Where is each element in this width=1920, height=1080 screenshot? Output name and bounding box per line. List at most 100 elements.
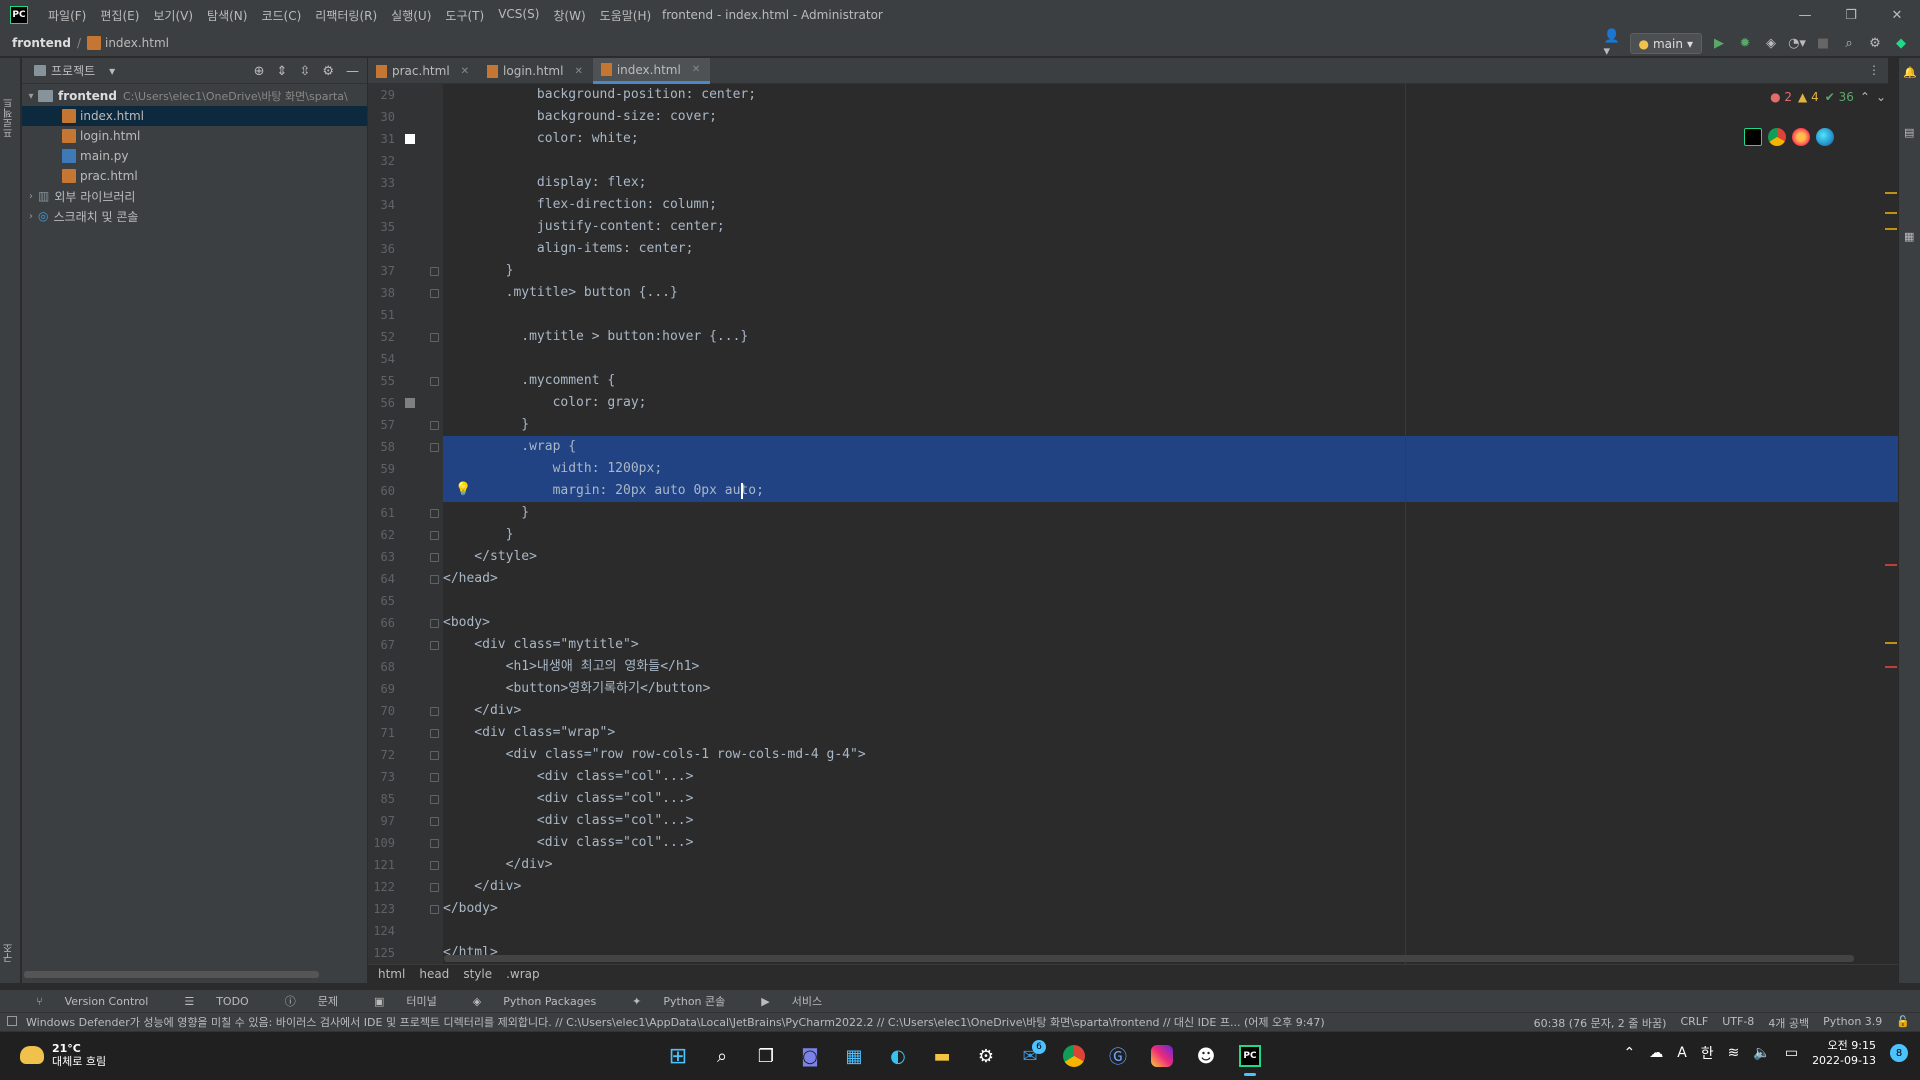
code-line[interactable] — [443, 348, 1898, 370]
menu-run[interactable]: 실행(U) — [391, 7, 431, 24]
fold-marker-icon[interactable] — [430, 267, 439, 276]
notifications-icon[interactable]: 🔔 — [1903, 66, 1917, 79]
firefox-icon[interactable] — [1792, 128, 1810, 146]
tool-tab-terminal[interactable]: ▣ 터미널 — [374, 993, 455, 1009]
code-line[interactable]: </div> — [443, 876, 1898, 898]
code-line[interactable]: </head> — [443, 568, 1898, 590]
code-line[interactable]: </div> — [443, 854, 1898, 876]
code-line[interactable]: display: flex; — [443, 172, 1898, 194]
code-line[interactable]: color: white; — [443, 128, 1898, 150]
menu-refactor[interactable]: 리팩터링(R) — [315, 7, 377, 24]
edge-icon[interactable]: ◐ — [880, 1038, 916, 1074]
tool-tab-services[interactable]: ▶ 서비스 — [761, 993, 840, 1009]
menu-vcs[interactable]: VCS(S) — [498, 7, 539, 24]
close-icon[interactable]: ✕ — [1874, 0, 1920, 30]
code-line[interactable]: } — [443, 524, 1898, 546]
code-line[interactable]: <div class="row row-cols-1 row-cols-md-4… — [443, 744, 1898, 766]
fold-marker-icon[interactable] — [430, 619, 439, 628]
editor-horizontal-scrollbar[interactable] — [444, 955, 1854, 962]
breadcrumb-html[interactable]: html — [378, 967, 405, 981]
nav-file[interactable]: index.html — [105, 36, 169, 50]
structure-tool-tab[interactable]: 구조 — [2, 923, 19, 963]
restore-icon[interactable]: ❐ — [1828, 0, 1874, 30]
expand-all-icon[interactable]: ⇕ — [277, 64, 288, 79]
cursor-position[interactable]: 60:38 (76 문자, 2 줄 바꿈) — [1534, 1015, 1667, 1031]
coverage-icon[interactable]: ◈ — [1762, 35, 1780, 53]
tree-scratches[interactable]: › ◎ 스크래치 및 콘솔 — [22, 206, 367, 226]
inspections-widget[interactable]: ● 2 ▲ 4 ✔ 36 ⌃ ⌄ — [1770, 90, 1886, 104]
code-line[interactable]: background-position: center; — [443, 84, 1898, 106]
menu-tools[interactable]: 도구(T) — [445, 7, 484, 24]
nav-project[interactable]: frontend — [12, 36, 71, 50]
teams-chat-icon[interactable]: ◙ — [792, 1038, 828, 1074]
pycharm-browser-icon[interactable] — [1744, 128, 1762, 146]
code-line[interactable]: margin: 20px auto 0px auto; — [443, 480, 1898, 502]
sciview-icon[interactable]: ▦ — [1904, 230, 1914, 243]
color-swatch-icon[interactable] — [405, 134, 415, 144]
breadcrumb-style[interactable]: style — [463, 967, 492, 981]
run-configuration-select[interactable]: ● main ▾ — [1629, 33, 1702, 54]
line-separator[interactable]: CRLF — [1680, 1015, 1708, 1031]
code-editor[interactable]: background-position: center; background-… — [443, 84, 1898, 964]
code-line[interactable]: } — [443, 414, 1898, 436]
ime-latin[interactable]: A — [1677, 1045, 1687, 1061]
color-swatch-icon[interactable] — [405, 398, 415, 408]
chevron-down-icon[interactable]: ▾ — [109, 64, 115, 78]
jetbrains-icon[interactable]: ◆ — [1892, 35, 1910, 53]
fold-marker-icon[interactable] — [430, 553, 439, 562]
chevron-down-icon[interactable]: ▾ — [24, 91, 38, 102]
code-line[interactable]: <body> — [443, 612, 1898, 634]
menu-edit[interactable]: 편집(E) — [100, 7, 139, 24]
warning-mark[interactable] — [1885, 228, 1897, 230]
search-icon[interactable]: ⌕ — [704, 1038, 740, 1074]
fold-marker-icon[interactable] — [430, 817, 439, 826]
status-square-icon[interactable] — [7, 1016, 17, 1026]
code-line[interactable]: } — [443, 502, 1898, 524]
tool-tab-todo[interactable]: ☰ TODO — [184, 995, 266, 1008]
locate-icon[interactable]: ⊕ — [254, 64, 265, 79]
menu-file[interactable]: 파일(F) — [48, 7, 86, 24]
tool-tab-version-control[interactable]: ⑂ Version Control — [36, 995, 166, 1008]
user-icon[interactable]: 👤▾ — [1604, 29, 1622, 59]
error-stripe[interactable] — [1883, 84, 1897, 964]
more-tabs-icon[interactable]: ⋮ — [1868, 63, 1880, 77]
warning-mark[interactable] — [1885, 212, 1897, 214]
fold-marker-icon[interactable] — [430, 905, 439, 914]
tree-file-login-html[interactable]: login.html — [22, 126, 367, 146]
chevron-up-icon[interactable]: ⌃ — [1623, 1045, 1635, 1061]
code-line[interactable]: .mytitle > button:hover {...} — [443, 326, 1898, 348]
code-line[interactable]: </body> — [443, 898, 1898, 920]
run-icon[interactable]: ▶ — [1710, 35, 1728, 53]
tab-login-html[interactable]: login.html ✕ — [479, 58, 593, 84]
lightbulb-icon[interactable]: 💡 — [455, 482, 471, 497]
code-line[interactable]: </div> — [443, 700, 1898, 722]
chevron-right-icon[interactable]: › — [24, 191, 38, 202]
menu-code[interactable]: 코드(C) — [261, 7, 301, 24]
code-line[interactable]: <div class="wrap"> — [443, 722, 1898, 744]
instagram-icon[interactable] — [1144, 1038, 1180, 1074]
error-mark[interactable] — [1885, 564, 1897, 566]
profile-icon[interactable]: ◔▾ — [1788, 35, 1806, 53]
tree-file-main-py[interactable]: main.py — [22, 146, 367, 166]
tool-tab-python-packages[interactable]: ◈ Python Packages — [473, 995, 614, 1008]
task-view-icon[interactable]: ❐ — [748, 1038, 784, 1074]
indent-setting[interactable]: 4개 공백 — [1768, 1015, 1809, 1031]
tree-file-prac-html[interactable]: prac.html — [22, 166, 367, 186]
tool-tab-problems[interactable]: ⓘ 문제 — [285, 993, 356, 1009]
project-panel-title[interactable]: 프로젝트 — [51, 62, 95, 79]
edge-icon[interactable] — [1816, 128, 1834, 146]
code-line[interactable]: <div class="col"...> — [443, 788, 1898, 810]
menu-navigate[interactable]: 탐색(N) — [207, 7, 247, 24]
fold-marker-icon[interactable] — [430, 773, 439, 782]
code-line[interactable] — [443, 590, 1898, 612]
chrome-icon[interactable] — [1056, 1038, 1092, 1074]
collapse-all-icon[interactable]: ⇳ — [299, 64, 310, 79]
tree-external-libraries[interactable]: › ▥ 외부 라이브러리 — [22, 186, 367, 206]
close-icon[interactable]: ✕ — [461, 66, 469, 77]
fold-marker-icon[interactable] — [430, 377, 439, 386]
fold-marker-icon[interactable] — [430, 707, 439, 716]
fold-marker-icon[interactable] — [430, 839, 439, 848]
fold-marker-icon[interactable] — [430, 751, 439, 760]
code-line[interactable]: <div class="mytitle"> — [443, 634, 1898, 656]
code-line[interactable]: </style> — [443, 546, 1898, 568]
